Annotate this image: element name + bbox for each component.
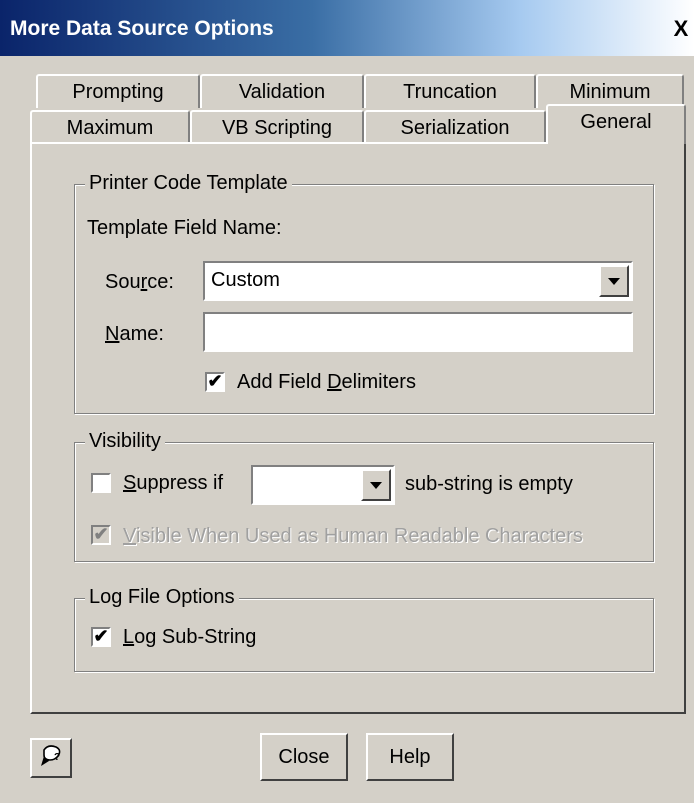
help-context-icon: ? (41, 745, 61, 766)
visibility-legend: Visibility (85, 430, 165, 453)
tab-panel-general: Printer Code Template Template Field Nam… (30, 142, 686, 714)
svg-text:?: ? (54, 752, 60, 763)
substring-empty-label: sub-string is empty (405, 473, 573, 495)
tab-prompting[interactable]: Prompting (36, 74, 200, 108)
suppress-if-label: Suppress if (123, 472, 224, 494)
visibility-group: Visibility Suppress if sub-string is emp… (74, 430, 654, 562)
suppress-substring-dropdown[interactable] (251, 465, 395, 505)
help-button[interactable]: Help (366, 733, 454, 781)
tab-validation[interactable]: Validation (200, 74, 364, 108)
add-field-delimiters-checkbox[interactable]: ✔ (205, 372, 225, 392)
close-icon[interactable]: X (668, 18, 694, 44)
suppress-if-checkbox[interactable] (91, 473, 111, 493)
window-title: More Data Source Options (10, 17, 274, 40)
log-file-options-legend: Log File Options (85, 586, 239, 609)
close-button[interactable]: Close (260, 733, 348, 781)
title-bar: More Data Source Options X (0, 0, 694, 56)
visible-human-readable-label: Visible When Used as Human Readable Char… (123, 525, 583, 547)
tab-general[interactable]: General (546, 104, 686, 144)
source-label: Source: (105, 271, 174, 293)
tab-maximum[interactable]: Maximum (30, 110, 190, 144)
tab-vb-scripting[interactable]: VB Scripting (190, 110, 364, 144)
printer-code-template-legend: Printer Code Template (85, 172, 292, 195)
suppress-dropdown-arrow-icon[interactable] (361, 469, 391, 501)
log-substring-checkbox[interactable]: ✔ (91, 627, 111, 647)
template-field-name-label: Template Field Name: (87, 217, 282, 239)
log-substring-label: Log Sub-String (123, 626, 257, 648)
tab-serialization[interactable]: Serialization (364, 110, 546, 144)
name-label: Name: (105, 323, 164, 345)
log-file-options-group: Log File Options ✔ Log Sub-String (74, 586, 654, 672)
name-input[interactable] (203, 312, 633, 352)
tab-truncation[interactable]: Truncation (364, 74, 536, 108)
source-dropdown-arrow-icon[interactable] (599, 265, 629, 297)
source-dropdown[interactable]: Custom (203, 261, 633, 301)
printer-code-template-group: Printer Code Template Template Field Nam… (74, 172, 654, 414)
add-field-delimiters-label: Add Field Delimiters (237, 371, 416, 393)
tab-minimum[interactable]: Minimum (536, 74, 684, 108)
source-value: Custom (211, 269, 280, 291)
visible-human-readable-checkbox: ✔ (91, 525, 111, 545)
help-context-button[interactable]: ? (30, 738, 72, 778)
